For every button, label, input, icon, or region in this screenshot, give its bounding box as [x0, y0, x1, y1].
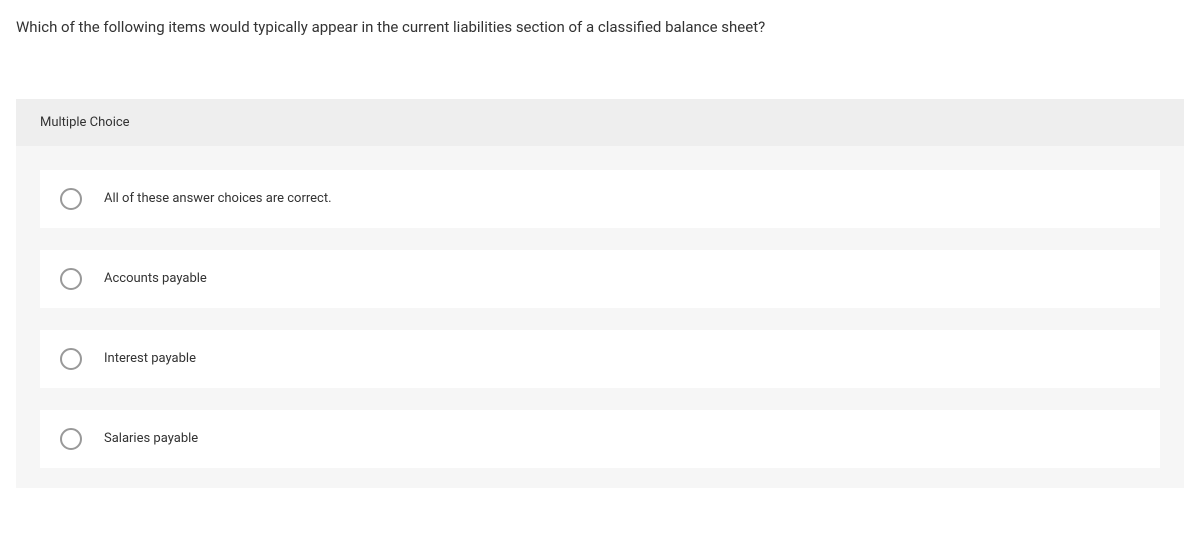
option-label: Interest payable: [104, 351, 196, 366]
section-header: Multiple Choice: [16, 99, 1184, 146]
radio-icon: [60, 428, 82, 450]
option-row[interactable]: All of these answer choices are correct.: [40, 170, 1160, 228]
option-label: Salaries payable: [104, 431, 198, 446]
option-label: Accounts payable: [104, 271, 207, 286]
options-container: All of these answer choices are correct.…: [16, 146, 1184, 468]
radio-icon: [60, 268, 82, 290]
answer-section: Multiple Choice All of these answer choi…: [16, 99, 1184, 488]
radio-icon: [60, 348, 82, 370]
option-row[interactable]: Interest payable: [40, 330, 1160, 388]
question-text: Which of the following items would typic…: [0, 0, 1200, 59]
radio-icon: [60, 188, 82, 210]
option-label: All of these answer choices are correct.: [104, 191, 332, 206]
option-row[interactable]: Salaries payable: [40, 410, 1160, 468]
option-row[interactable]: Accounts payable: [40, 250, 1160, 308]
